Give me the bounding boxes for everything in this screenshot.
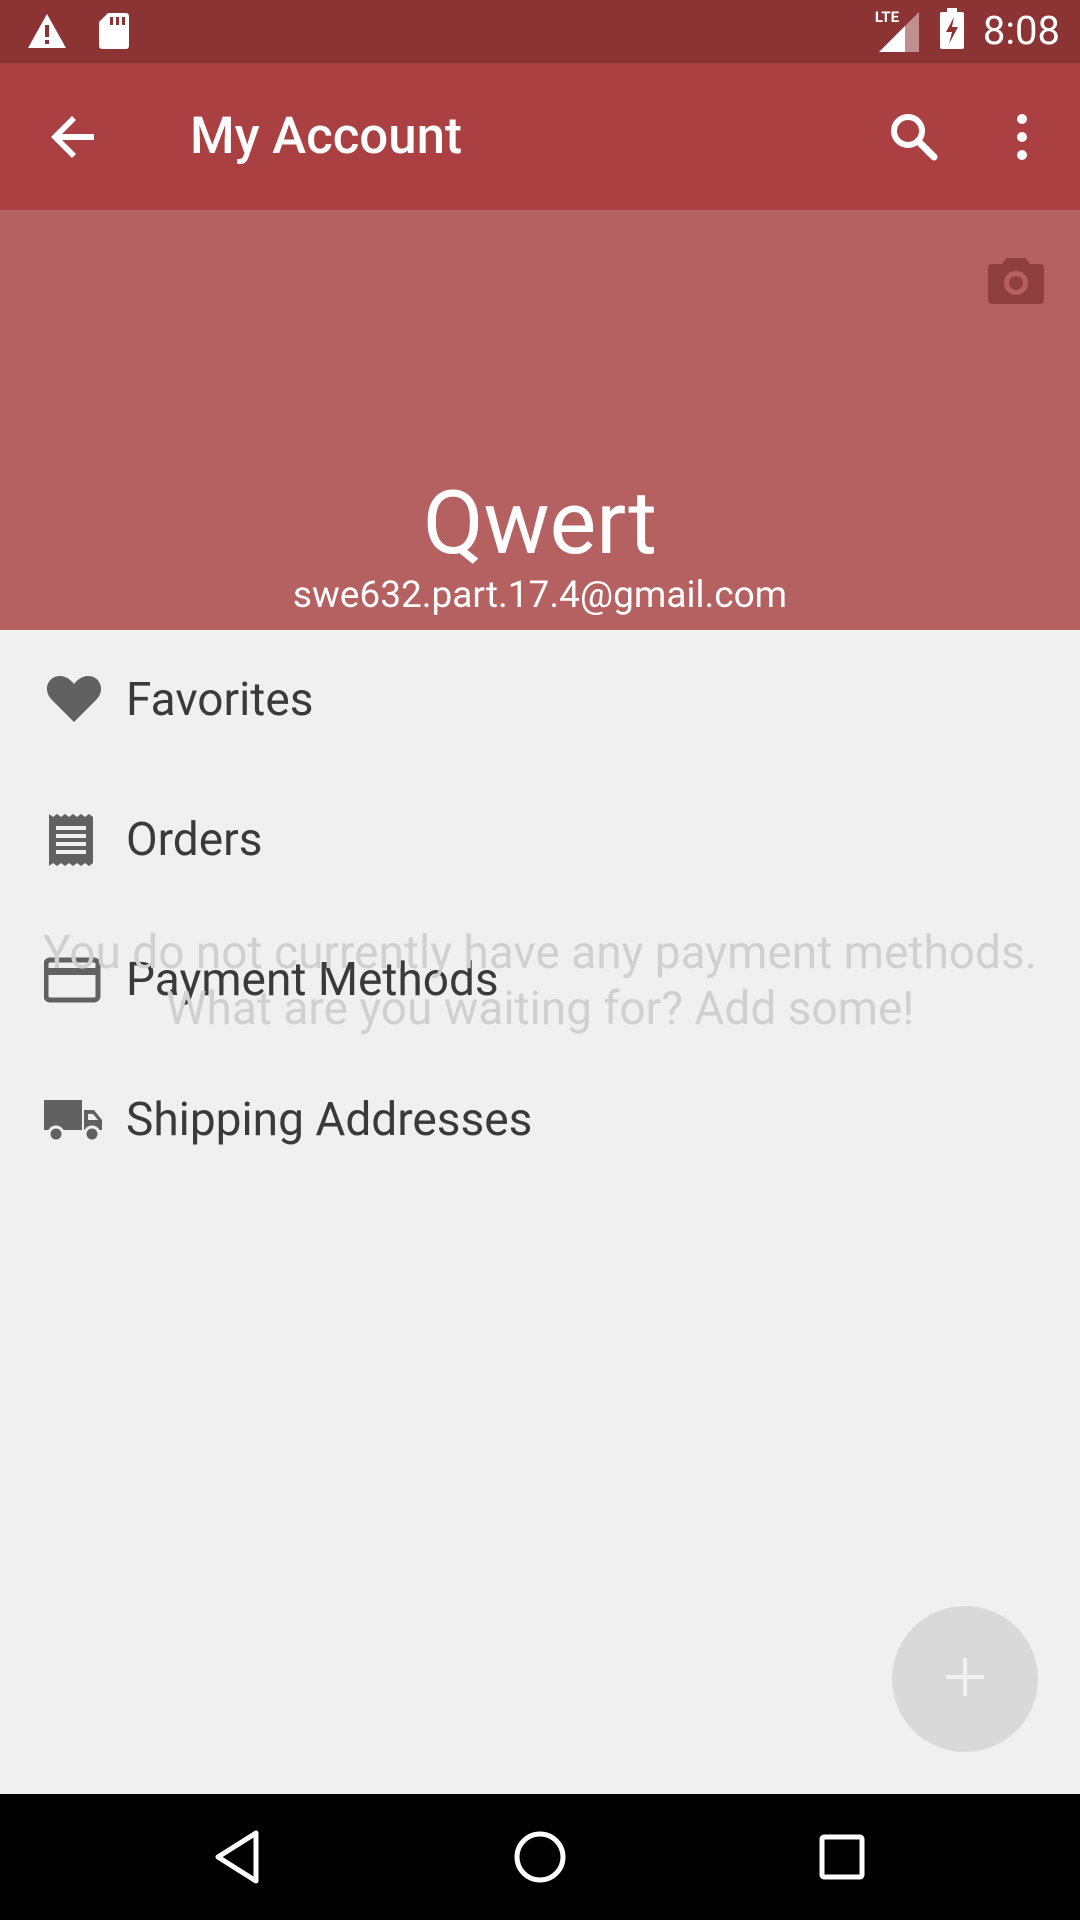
app-bar: My Account: [0, 63, 1080, 210]
menu-item-favorites[interactable]: Favorites: [0, 630, 1080, 770]
nav-recents-icon[interactable]: [812, 1827, 872, 1887]
add-icon: [944, 1656, 986, 1702]
nav-home-icon[interactable]: [510, 1827, 570, 1887]
menu-item-label: Shipping Addresses: [126, 1093, 533, 1147]
receipt-icon: [44, 814, 104, 866]
profile-email: swe632.part.17.4@gmail.com: [292, 574, 788, 617]
sd-card-icon: [98, 12, 130, 54]
menu-item-orders[interactable]: Orders: [0, 770, 1080, 910]
profile-name: Qwert: [422, 472, 658, 575]
signal-lte-icon: LTE: [875, 8, 921, 54]
battery-charging-icon: [939, 8, 965, 54]
add-button[interactable]: [892, 1606, 1038, 1752]
profile-header: Qwert swe632.part.17.4@gmail.com: [0, 210, 1080, 630]
menu-item-payment-methods[interactable]: Payment Methods: [0, 910, 1080, 1050]
back-arrow-icon[interactable]: [46, 109, 102, 165]
search-icon[interactable]: [884, 107, 944, 167]
network-type: LTE: [874, 8, 900, 26]
menu-item-label: Orders: [126, 813, 263, 867]
camera-icon[interactable]: [988, 256, 1044, 304]
menu-item-label: Favorites: [126, 673, 314, 727]
menu-item-shipping-addresses[interactable]: Shipping Addresses: [0, 1050, 1080, 1190]
status-time: 8:08: [982, 7, 1060, 54]
status-bar: LTE 8:08: [0, 0, 1080, 63]
credit-card-icon: [43, 954, 104, 1006]
truck-icon: [44, 1094, 104, 1146]
nav-back-icon[interactable]: [208, 1827, 268, 1887]
menu-item-label: Payment Methods: [126, 953, 499, 1007]
more-vert-icon[interactable]: [1000, 107, 1044, 167]
heart-icon: [44, 674, 104, 726]
navigation-bar: [0, 1794, 1080, 1920]
page-title: My Account: [190, 107, 462, 166]
warning-icon: [26, 12, 68, 54]
